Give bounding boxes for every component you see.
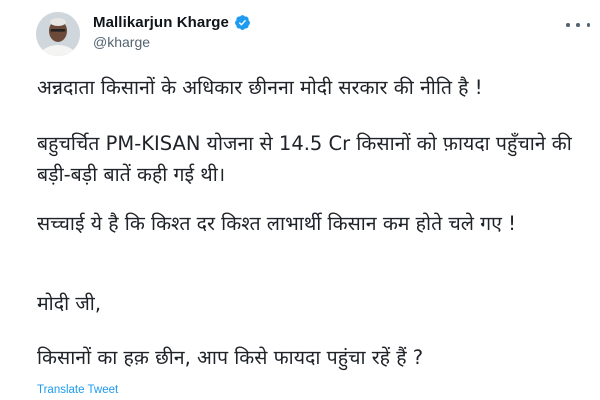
profile-photo-icon <box>36 12 80 56</box>
tweet-paragraph: बहुचर्चित PM-KISAN योजना से 14.5 Cr किसा… <box>37 132 572 186</box>
author-display-name[interactable]: Mallikarjun Kharge <box>93 14 229 31</box>
author-name-row: Mallikarjun Kharge <box>93 14 251 31</box>
verified-badge-icon <box>235 15 250 30</box>
tweet-paragraph: अन्नदाता किसानों के अधिकार छीनना मोदी सर… <box>37 76 483 99</box>
avatar[interactable] <box>36 12 80 56</box>
more-options-icon[interactable] <box>566 18 590 32</box>
author-handle[interactable]: @kharge <box>93 34 150 50</box>
tweet-card: Mallikarjun Kharge @kharge अन्नदाता किसा… <box>0 0 600 400</box>
tweet-paragraph: किसानों का हक़ छीन, आप किसे फायदा पहुंचा… <box>37 346 424 369</box>
tweet-paragraph: सच्चाई ये है कि किश्त दर किश्त लाभार्थी … <box>37 212 516 235</box>
translate-tweet-link[interactable]: Translate Tweet <box>37 384 118 396</box>
tweet-paragraph: मोदी जी, <box>37 292 102 315</box>
